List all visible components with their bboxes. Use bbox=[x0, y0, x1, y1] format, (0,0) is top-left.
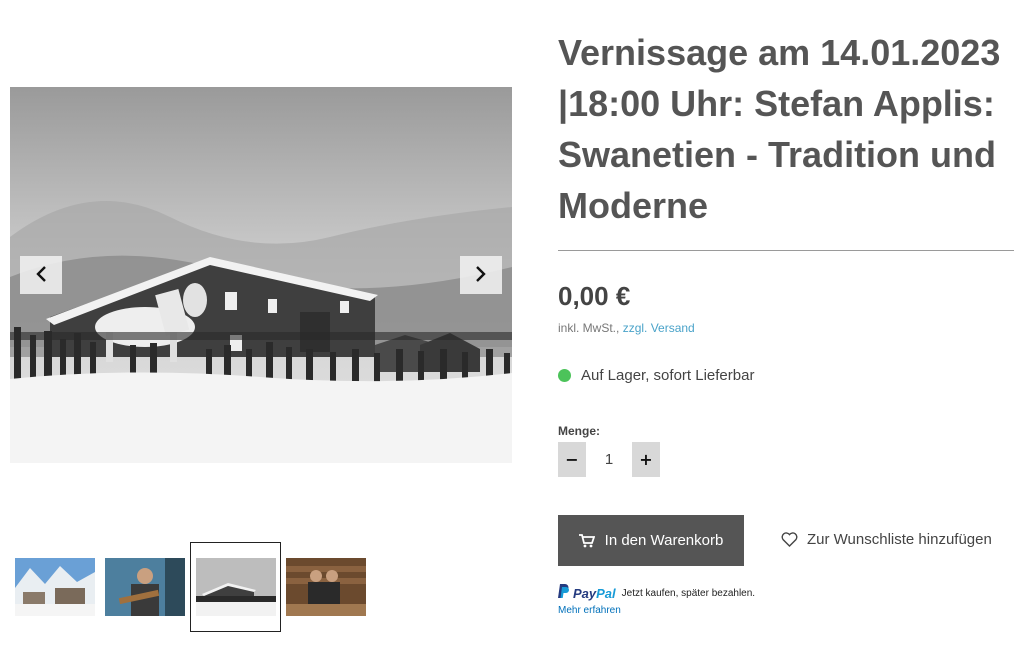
shipping-link[interactable]: zzgl. Versand bbox=[623, 321, 695, 335]
paypal-logo-pay: Pay bbox=[573, 586, 597, 601]
paypal-tagline: Jetzt kaufen, später bezahlen. bbox=[621, 588, 756, 599]
tax-note-text: inkl. MwSt., bbox=[558, 321, 623, 335]
thumbnail-musician[interactable] bbox=[105, 558, 185, 616]
thumbnail-seated-people[interactable] bbox=[286, 558, 366, 616]
wishlist-label: Zur Wunschliste hinzufügen bbox=[807, 531, 992, 548]
paypal-logo: PayPal bbox=[573, 586, 616, 601]
paypal-icon bbox=[558, 584, 569, 603]
thumbnail-snowy-village[interactable] bbox=[15, 558, 95, 616]
quantity-value[interactable]: 1 bbox=[586, 451, 632, 468]
quantity-decrement-button[interactable]: − bbox=[558, 442, 586, 477]
title-divider bbox=[558, 250, 1014, 251]
stock-status-text: Auf Lager, sofort Lieferbar bbox=[581, 367, 755, 384]
add-to-wishlist-button[interactable]: Zur Wunschliste hinzufügen bbox=[781, 531, 992, 548]
gallery-thumbnails bbox=[15, 542, 375, 632]
tax-note: inkl. MwSt., zzgl. Versand bbox=[558, 321, 695, 335]
quantity-stepper: − 1 + bbox=[558, 442, 660, 477]
stock-indicator-icon bbox=[558, 369, 571, 382]
quantity-label: Menge: bbox=[558, 424, 600, 438]
heart-icon bbox=[781, 532, 798, 547]
paypal-banner: PayPal Jetzt kaufen, später bezahlen. Me… bbox=[558, 584, 755, 616]
product-title: Vernissage am 14.01.2023 |18:00 Uhr: Ste… bbox=[558, 32, 1001, 226]
add-to-cart-button[interactable]: In den Warenkorb bbox=[558, 515, 744, 566]
product-price: 0,00 € bbox=[558, 281, 631, 311]
chevron-left-icon bbox=[35, 265, 47, 286]
stock-status: Auf Lager, sofort Lieferbar bbox=[558, 367, 754, 384]
thumbnail-snowy-house-horse[interactable] bbox=[196, 558, 276, 616]
gallery-prev-button[interactable] bbox=[20, 256, 62, 294]
paypal-more-link[interactable]: Mehr erfahren bbox=[558, 605, 755, 616]
gallery-next-button[interactable] bbox=[460, 256, 502, 294]
cart-icon bbox=[578, 533, 595, 548]
chevron-right-icon bbox=[475, 265, 487, 286]
quantity-increment-button[interactable]: + bbox=[632, 442, 660, 477]
product-main-image bbox=[10, 87, 512, 463]
add-to-cart-label: In den Warenkorb bbox=[604, 532, 724, 549]
snowy-house-horse-photo bbox=[10, 87, 512, 463]
paypal-logo-pal: Pal bbox=[596, 586, 616, 601]
